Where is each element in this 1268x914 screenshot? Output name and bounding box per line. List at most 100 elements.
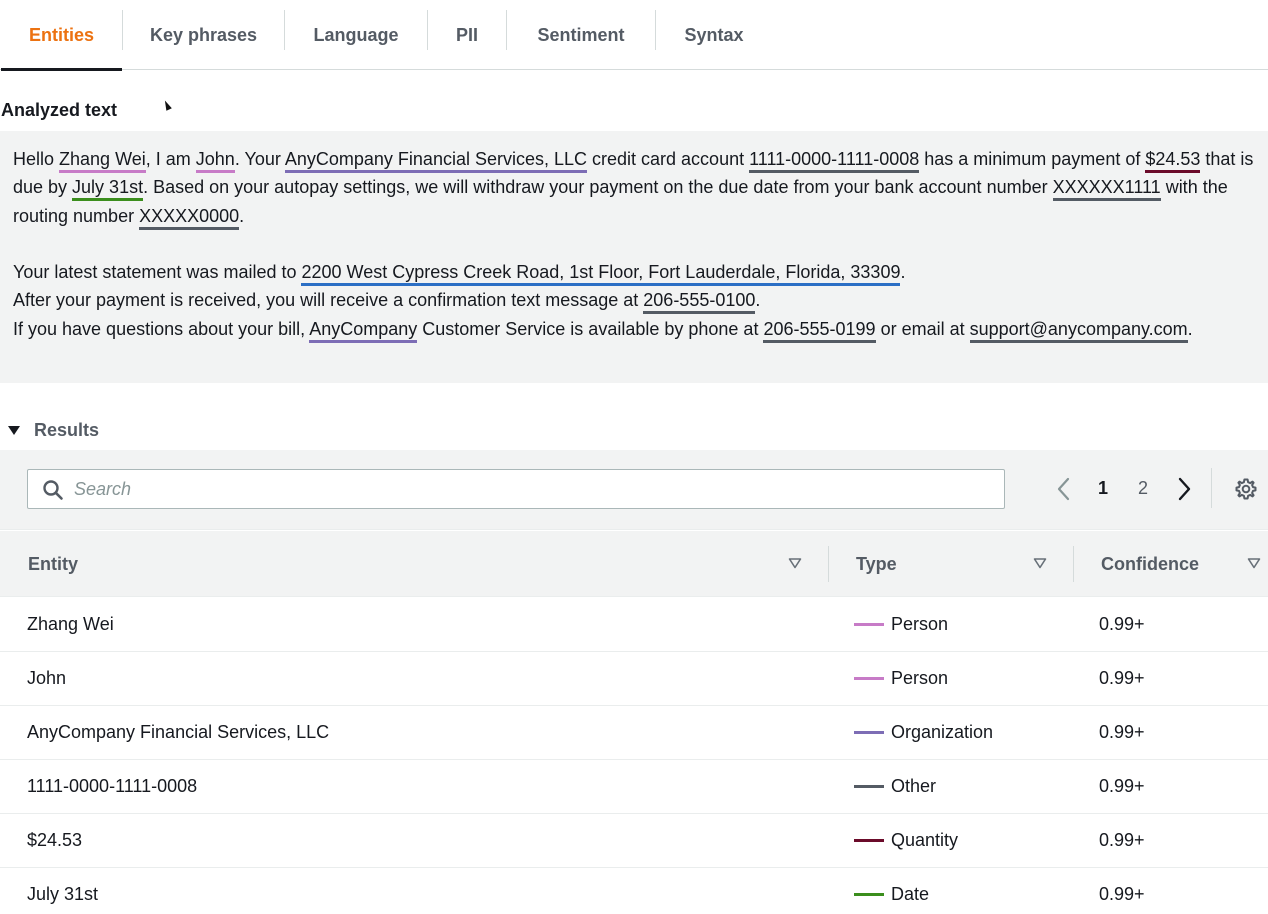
tab-syntax[interactable]: Syntax: [656, 0, 772, 70]
gear-icon[interactable]: [1234, 477, 1258, 501]
sort-icon[interactable]: [1247, 557, 1261, 569]
type-label: Person: [891, 614, 949, 634]
column-divider: [828, 546, 829, 582]
entity-highlight-quantity[interactable]: $24.53: [1145, 149, 1201, 173]
type-label: Other: [891, 776, 937, 796]
entity-highlight-other[interactable]: support@anycompany.com: [969, 318, 1188, 343]
text-segment: has a minimum payment of: [919, 149, 1146, 169]
entity-highlight-other[interactable]: 206-555-0199: [763, 318, 876, 343]
entity-highlight-location[interactable]: 2200 West Cypress Creek Road, 1st Floor,…: [301, 262, 901, 287]
type-cell: Person: [854, 598, 948, 651]
type-cell: Quantity: [854, 814, 958, 867]
chevron-left-icon[interactable]: [1054, 476, 1074, 502]
entity-cell: AnyCompany Financial Services, LLC: [27, 722, 330, 742]
confidence-cell: 0.99+: [1099, 830, 1145, 850]
search-icon: [43, 480, 63, 500]
type-cell: Other: [854, 760, 936, 813]
text-segment: Your latest statement was mailed to: [13, 262, 302, 283]
text-segment: or email at: [875, 318, 970, 339]
confidence-cell: 0.99+: [1099, 614, 1145, 634]
entity-highlight-other[interactable]: 1111-0000-1111-0008: [749, 149, 920, 173]
type-color-swatch: [854, 731, 884, 734]
tab-key-phrases[interactable]: Key phrases: [123, 0, 284, 70]
confidence-cell: 0.99+: [1099, 776, 1145, 796]
tab-language[interactable]: Language: [285, 0, 427, 70]
type-label: Person: [891, 668, 949, 688]
caret-down-icon: [8, 426, 20, 435]
confidence-cell: 0.99+: [1099, 884, 1145, 904]
tab-entities[interactable]: Entities: [1, 0, 122, 71]
entity-highlight-other[interactable]: XXXXXX1111: [1052, 177, 1161, 202]
analyzed-text-title: Analyzed text: [1, 100, 118, 120]
text-segment: . Based on your autopay settings, we wil…: [143, 177, 1053, 198]
text-segment: Customer Service is available by phone a…: [417, 318, 764, 339]
tab-pii[interactable]: PII: [428, 0, 506, 70]
search-input[interactable]: [74, 470, 994, 508]
entity-highlight-organization[interactable]: AnyCompany Financial Services, LLC: [284, 149, 588, 173]
table-row[interactable]: July 31st Date 0.99+: [0, 868, 1268, 914]
type-cell: Organization: [854, 706, 993, 759]
text-segment: . Your: [234, 149, 285, 169]
analyzed-paragraph-2: Your latest statement was mailed to 2200…: [13, 258, 1255, 287]
entity-highlight-other[interactable]: XXXXX0000: [139, 205, 240, 230]
column-header-entity[interactable]: Entity: [28, 531, 78, 597]
type-label: Date: [891, 884, 930, 904]
column-divider: [1073, 546, 1074, 582]
tab-bar: Entities Key phrases Language PII Sentim…: [0, 0, 1268, 71]
confidence-cell: 0.99+: [1099, 668, 1145, 688]
type-color-swatch: [854, 623, 884, 626]
entity-highlight-person[interactable]: John: [195, 149, 235, 173]
table-header: Entity Type Confidence: [0, 531, 1268, 597]
sort-icon[interactable]: [788, 557, 802, 569]
type-label: Quantity: [891, 830, 959, 850]
entity-cell: July 31st: [27, 884, 99, 904]
entity-cell: John: [27, 668, 67, 688]
type-label: Organization: [891, 722, 994, 742]
text-segment: If you have questions about your bill,: [13, 318, 310, 339]
analyzed-paragraph-3: After your payment is received, you will…: [13, 286, 1255, 315]
column-header-type[interactable]: Type: [856, 531, 897, 597]
analyzed-paragraph-1: Hello Zhang Wei, I am John. Your AnyComp…: [13, 145, 1255, 230]
table-row[interactable]: John Person 0.99+: [0, 652, 1268, 706]
entity-highlight-organization[interactable]: AnyCompany: [309, 318, 418, 343]
toolbar-divider: [1211, 468, 1212, 508]
text-segment: .: [755, 290, 761, 311]
sort-icon[interactable]: [1033, 557, 1047, 569]
search-field[interactable]: [27, 469, 1005, 509]
text-segment: Hello: [13, 149, 60, 169]
text-segment: , I am: [145, 149, 196, 169]
entity-highlight-person[interactable]: Zhang Wei: [59, 149, 146, 173]
text-segment: After your payment is received, you will…: [13, 290, 644, 311]
text-segment: credit card account: [587, 149, 750, 169]
results-toggle[interactable]: Results: [8, 420, 99, 441]
page-number[interactable]: 2: [1138, 478, 1148, 499]
analyzed-paragraph-4: If you have questions about your bill, A…: [13, 315, 1255, 343]
mouse-cursor-icon: [162, 99, 172, 111]
text-segment: .: [239, 205, 245, 226]
type-cell: Person: [854, 652, 948, 705]
table-row[interactable]: 1111-0000-1111-0008 Other 0.99+: [0, 760, 1268, 814]
entity-cell: 1111-0000-1111-0008: [27, 776, 198, 796]
entity-cell: $24.53: [27, 830, 83, 850]
type-color-swatch: [854, 893, 884, 896]
confidence-cell: 0.99+: [1099, 722, 1145, 742]
text-segment: .: [1187, 318, 1193, 339]
type-color-swatch: [854, 839, 884, 842]
analyzed-text-panel: Hello Zhang Wei, I am John. Your AnyComp…: [0, 131, 1268, 383]
results-title: Results: [34, 420, 100, 440]
page-number-current[interactable]: 1: [1098, 478, 1108, 499]
type-cell: Date: [854, 868, 929, 914]
type-color-swatch: [854, 785, 884, 788]
tab-sentiment[interactable]: Sentiment: [507, 0, 655, 70]
entity-cell: Zhang Wei: [27, 614, 114, 634]
table-row[interactable]: Zhang Wei Person 0.99+: [0, 598, 1268, 652]
entity-highlight-other[interactable]: 206-555-0100: [643, 290, 756, 315]
entity-highlight-date[interactable]: July 31st: [72, 177, 144, 202]
column-header-confidence[interactable]: Confidence: [1101, 531, 1199, 597]
text-segment: .: [900, 262, 906, 283]
table-row[interactable]: $24.53 Quantity 0.99+: [0, 814, 1268, 868]
table-row[interactable]: AnyCompany Financial Services, LLC Organ…: [0, 706, 1268, 760]
type-color-swatch: [854, 677, 884, 680]
chevron-right-icon[interactable]: [1174, 476, 1194, 502]
